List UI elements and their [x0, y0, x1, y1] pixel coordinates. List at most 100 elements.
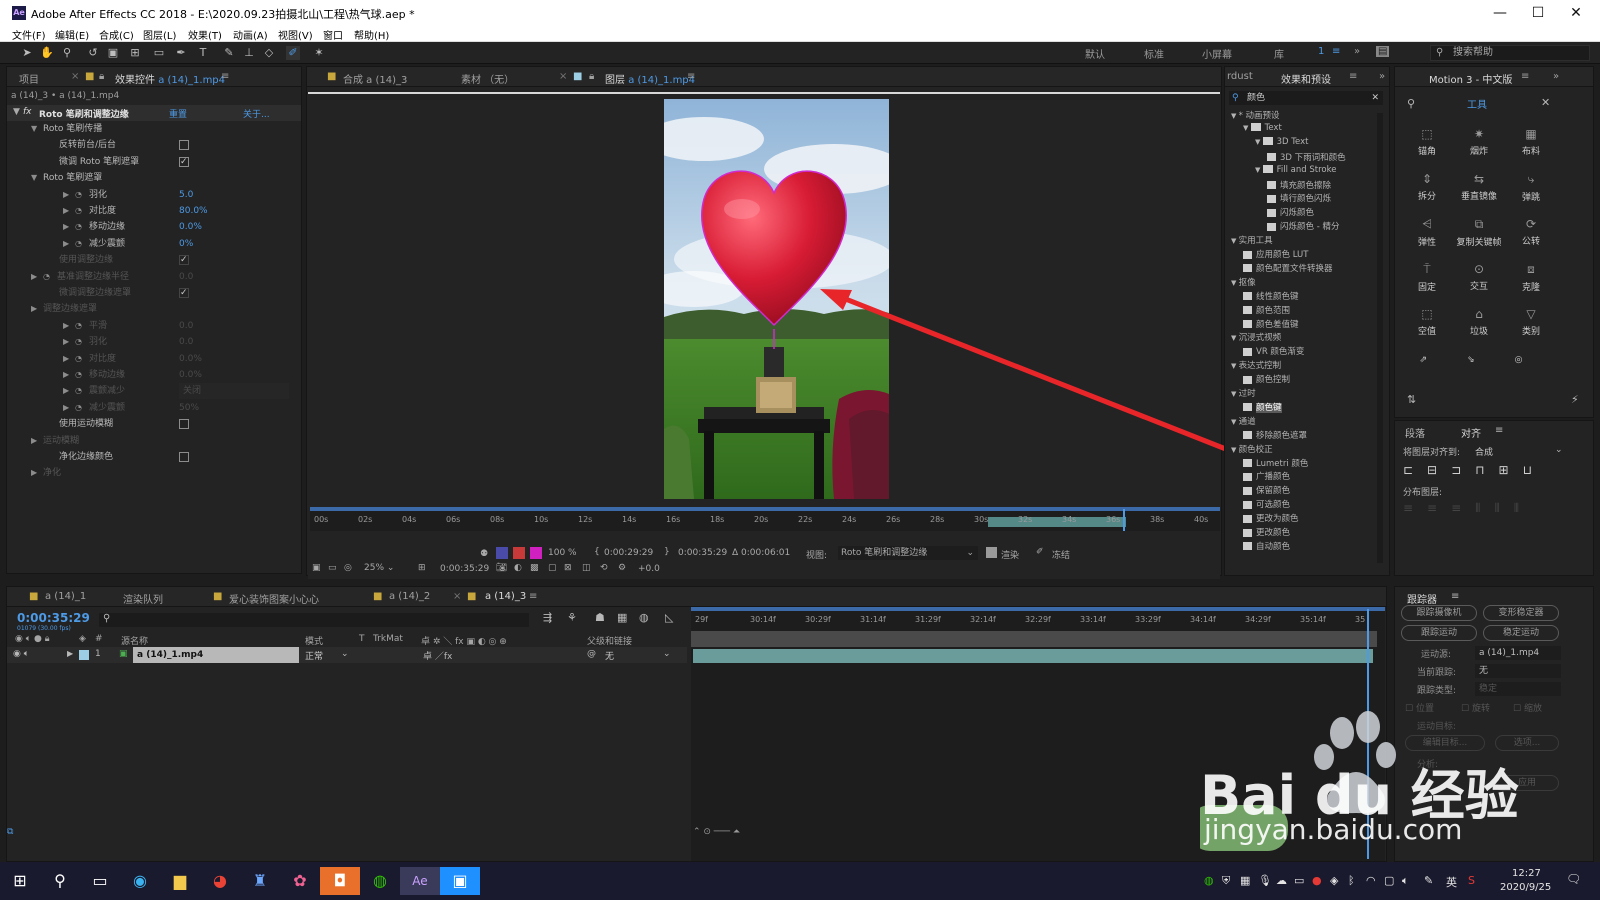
options-button[interactable]: 选项... — [1495, 735, 1559, 751]
view-select[interactable]: Roto 笔刷和调整边缘 ⌄ — [838, 546, 978, 560]
chrome-icon[interactable]: ◕ — [200, 867, 240, 895]
effect-preset-item[interactable]: 线性颜色键 — [1243, 290, 1299, 302]
motion-tool-button[interactable]: ✷ 烟炸 — [1453, 127, 1505, 157]
timeline-layer-row[interactable]: ◉ 🔈︎ ▶ 1 ▣ a (14)_1.mp4 正常 ⌄ 卓 ／fx @ 无 ⌄ — [7, 647, 687, 663]
tray-s-icon[interactable]: S — [1468, 874, 1475, 887]
channel-magenta-icon[interactable] — [530, 547, 542, 559]
zoom-percent[interactable]: 100 % — [548, 548, 577, 558]
motion-tool-button[interactable]: ⍑ 固定 — [1401, 262, 1453, 293]
warp-stabilizer-button[interactable]: 变形稳定器 — [1483, 605, 1559, 621]
visibility-icon[interactable]: ◉ 🔈︎ — [13, 649, 29, 659]
tray-network-icon[interactable]: ▦ — [1240, 874, 1250, 887]
monitor-icon[interactable]: ▭ — [328, 563, 337, 573]
clock-date[interactable]: 2020/9/25 — [1500, 882, 1551, 893]
effect-preset-item[interactable]: 颜色配置文件转换器 — [1243, 262, 1333, 274]
tab-comp-2[interactable]: a (14)_2 — [389, 591, 430, 602]
out-point-icon[interactable]: } — [664, 547, 670, 557]
clear-search-icon[interactable]: ✕ — [1371, 91, 1379, 105]
motion-tool-button[interactable]: ⩤ 弹性 — [1401, 217, 1453, 248]
align-to-select[interactable]: 合成 — [1475, 445, 1493, 458]
chevron-down-icon[interactable]: ⌄ — [663, 649, 671, 659]
magnification-select[interactable]: 25% ⌄ — [364, 563, 394, 573]
expand-triangle-icon[interactable]: ▼ — [1255, 138, 1263, 146]
scale-checkbox[interactable]: ☐ 缩放 — [1513, 701, 1542, 714]
snapshot-icon[interactable]: 📷︎ — [496, 563, 507, 573]
wechat-icon[interactable]: ◍ — [360, 867, 400, 895]
shy-layers-icon[interactable]: ☗ — [595, 611, 605, 624]
effect-preset-item[interactable]: 更改为颜色 — [1243, 512, 1299, 524]
transparency-grid-icon[interactable]: ⊠ — [564, 563, 572, 573]
channel-red-icon[interactable] — [513, 547, 525, 559]
effect-preset-item[interactable]: 应用颜色 LUT — [1243, 248, 1308, 260]
clock-time[interactable]: 12:27 — [1512, 868, 1541, 879]
position-checkbox[interactable]: ☐ 位置 — [1405, 701, 1434, 714]
color-app-icon[interactable]: ✿ — [280, 867, 320, 895]
draft-3d-icon[interactable]: ⚘ — [567, 611, 577, 624]
motion-tool-button[interactable]: ▦ 布料 — [1505, 127, 1557, 157]
effect-category[interactable]: ▼ 实用工具 — [1231, 234, 1273, 246]
motion-tool-button[interactable]: ⇆ 垂直镜像 — [1453, 172, 1505, 202]
expand-triangle-icon[interactable]: ▼ — [1231, 237, 1239, 245]
tab-tools[interactable]: 工具 — [1467, 96, 1487, 111]
always-preview-icon[interactable]: ▣ — [312, 563, 321, 573]
timeline-ruler[interactable]: 29f 30:14f 30:29f 31:14f 31:29f 32:14f 32:29f 3… — [691, 613, 1385, 629]
tab-rdust[interactable]: rdust — [1227, 71, 1253, 82]
expand-triangle-icon[interactable]: ▼ — [1255, 166, 1263, 174]
motion-tool-button[interactable]: ⊙ 交互 — [1453, 262, 1505, 292]
after-effects-taskbar-icon[interactable]: Ae — [400, 867, 440, 895]
effect-preset-item[interactable]: 颜色差值键 — [1243, 318, 1299, 330]
browser-icon[interactable]: ◉ — [120, 867, 160, 895]
ime-indicator[interactable]: 英 — [1446, 874, 1457, 890]
toggle-mask-icon[interactable]: ◫ — [582, 563, 591, 573]
tab-effects-presets[interactable]: 效果和预设 — [1281, 71, 1331, 86]
motion-source-select[interactable]: a (14)_1.mp4 — [1475, 646, 1561, 660]
label-color-swatch[interactable] — [79, 650, 89, 660]
timeline-timecode[interactable]: 0:00:35:29 — [17, 611, 90, 625]
freeze-icon[interactable]: ✐ — [1036, 547, 1044, 557]
layer-parent-select[interactable]: 无 — [605, 649, 614, 662]
expand-triangle-icon[interactable]: ▼ — [1231, 390, 1239, 398]
toggle-switches-icon[interactable]: ⧉ — [7, 827, 17, 837]
column-t[interactable]: T — [359, 634, 365, 644]
expand-triangle-icon[interactable]: ▼ — [1231, 112, 1239, 120]
search-icon[interactable]: ⚲ — [40, 867, 80, 895]
freeze-label[interactable]: 冻结 — [1052, 548, 1070, 561]
effect-category[interactable]: ▼ 沉浸式视频 — [1231, 331, 1281, 343]
expand-triangle-icon[interactable]: ▶ — [67, 649, 73, 658]
panel-menu-icon[interactable]: ≡ — [1451, 591, 1459, 602]
motion-tool-button[interactable]: ⧈ 克隆 — [1505, 262, 1557, 293]
timeline-graph[interactable]: 29f 30:14f 30:29f 31:14f 31:29f 32:14f 32:29f 3… — [691, 607, 1385, 861]
tab-comp-1[interactable]: a (14)_1 — [45, 591, 86, 602]
effect-preset-item[interactable]: 保留颜色 — [1243, 484, 1290, 496]
search-icon[interactable]: ⚲ — [1407, 97, 1415, 110]
expand-triangle-icon[interactable]: ▼ — [1231, 446, 1239, 454]
close-icon[interactable]: ✕ — [1541, 96, 1550, 109]
tab-comp-3[interactable]: a (14)_3 — [485, 591, 526, 602]
track-motion-button[interactable]: 跟踪运动 — [1401, 625, 1477, 641]
tab-paragraph[interactable]: 段落 — [1405, 425, 1425, 440]
rotation-checkbox[interactable]: ☐ 旋转 — [1461, 701, 1490, 714]
panel-menu-icon[interactable]: ≡ — [1349, 71, 1357, 82]
tray-shield-icon[interactable]: ⛨ — [1222, 874, 1230, 888]
tab-render-queue[interactable]: 渲染队列 — [123, 591, 163, 606]
tab-tracker[interactable]: 跟踪器 — [1407, 591, 1437, 606]
reset-exposure-icon[interactable]: ⟲ — [600, 563, 608, 573]
effect-preset-item[interactable]: 闪烁颜色 - 精分 — [1267, 220, 1339, 232]
timeline-playhead[interactable] — [1367, 609, 1369, 859]
in-time[interactable]: 0:00:29:29 — [604, 548, 653, 558]
apply-button[interactable]: 应用 — [1495, 775, 1559, 791]
edit-target-button[interactable]: 编辑目标... — [1405, 735, 1485, 751]
show-snapshot-icon[interactable]: ◐ — [514, 563, 522, 573]
align-buttons[interactable]: ⊏⊟⊐⊓⊞⊔ — [1403, 463, 1587, 479]
channel-blue-icon[interactable] — [496, 547, 508, 559]
notification-icon[interactable]: 🗨︎ — [1566, 872, 1581, 886]
effect-preset-item[interactable]: 填行颜色闪烁 — [1267, 192, 1331, 204]
out-time[interactable]: 0:00:35:29 — [678, 548, 727, 558]
motion-tool-button[interactable]: ⌂ 垃圾 — [1453, 307, 1505, 337]
timeline-work-area[interactable] — [691, 607, 1385, 611]
playhead[interactable] — [1123, 509, 1125, 531]
panel-menu-icon[interactable]: ≡ — [1521, 71, 1529, 82]
track-type-select[interactable]: 稳定 — [1475, 682, 1561, 696]
panel-menu-icon[interactable]: ≡ — [1495, 425, 1503, 436]
effect-preset-item[interactable]: 填充颜色擦除 — [1267, 179, 1331, 191]
